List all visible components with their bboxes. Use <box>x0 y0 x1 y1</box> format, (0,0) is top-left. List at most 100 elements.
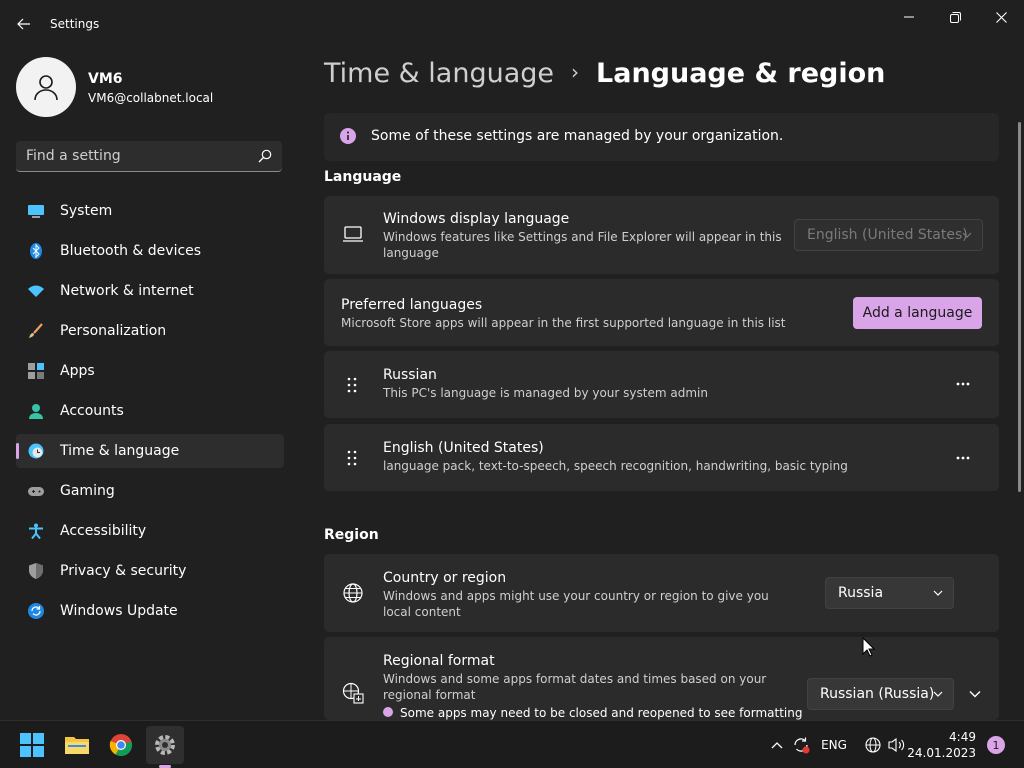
sidebar-item-accounts[interactable]: Accounts <box>16 394 284 428</box>
maximize-button[interactable] <box>933 4 977 30</box>
network-tray-button[interactable] <box>863 735 883 755</box>
language-more-button[interactable] <box>948 369 978 399</box>
dropdown-value: Russian (Russia) <box>820 686 935 702</box>
brush-icon <box>29 323 43 338</box>
sidebar-item-bluetooth[interactable]: Bluetooth & devices <box>16 234 284 268</box>
scrollbar[interactable] <box>1018 122 1021 492</box>
settings-icon <box>155 735 175 755</box>
gamepad-icon <box>28 487 44 496</box>
user-email: VM6@collabnet.local <box>88 91 214 105</box>
chevron-down-icon <box>933 691 943 697</box>
breadcrumb-parent[interactable]: Time & language <box>324 58 554 89</box>
volume-icon <box>888 737 905 753</box>
close-button[interactable] <box>979 4 1023 30</box>
country-region-title: Country or region <box>383 570 507 586</box>
add-language-button[interactable]: Add a language <box>853 297 982 329</box>
accessibility-icon <box>29 523 43 539</box>
regional-format-card: Regional format Windows and some apps fo… <box>324 637 999 720</box>
language-name: English (United States) <box>383 440 544 456</box>
chevron-down-icon <box>969 691 981 698</box>
dropdown-value: Russia <box>838 585 884 601</box>
breadcrumb-separator: › <box>571 60 580 84</box>
display-language-card: Windows display language Windows feature… <box>324 196 999 274</box>
network-icon <box>865 737 881 753</box>
monitor-icon <box>28 205 44 218</box>
sidebar-item-accessibility[interactable]: Accessibility <box>16 514 284 548</box>
display-language-title: Windows display language <box>383 211 570 227</box>
sidebar-item-personalization[interactable]: Personalization <box>16 314 284 348</box>
regional-format-note: Some apps may need to be closed and reop… <box>400 706 803 720</box>
display-language-desc: Windows features like Settings and File … <box>383 230 782 260</box>
language-more-button[interactable] <box>948 443 978 473</box>
language-name: Russian <box>383 367 437 383</box>
sidebar-item-label: Accounts <box>60 403 124 419</box>
search-icon[interactable] <box>258 149 272 163</box>
sidebar-item-windows-update[interactable]: Windows Update <box>16 594 284 628</box>
search-input[interactable] <box>26 146 246 166</box>
preferred-languages-card: Preferred languages Microsoft Store apps… <box>324 279 999 346</box>
minimize-button[interactable] <box>887 4 931 30</box>
banner-text: Some of these settings are managed by yo… <box>371 128 784 144</box>
sidebar-item-label: Windows Update <box>60 603 178 619</box>
expand-button[interactable] <box>960 679 990 709</box>
volume-tray-button[interactable] <box>886 735 908 755</box>
display-language-dropdown[interactable]: English (United States) <box>794 219 983 251</box>
language-row: Russian This PC's language is managed by… <box>324 351 999 418</box>
file-explorer-icon <box>65 737 89 754</box>
sidebar-item-apps[interactable]: Apps <box>16 354 284 388</box>
format-icon <box>342 682 364 704</box>
sidebar-item-time-language[interactable]: Time & language <box>16 434 284 468</box>
user-name: VM6 <box>88 71 123 87</box>
tray-overflow-button[interactable] <box>768 735 786 755</box>
sidebar-item-label: Personalization <box>60 323 167 339</box>
drag-handle-icon[interactable] <box>346 450 358 466</box>
sidebar-item-network[interactable]: Network & internet <box>16 274 284 308</box>
sync-tray-button[interactable] <box>791 735 811 755</box>
start-button[interactable] <box>13 726 51 764</box>
country-dropdown[interactable]: Russia <box>825 577 954 609</box>
minimize-icon <box>904 16 914 18</box>
chrome-button[interactable] <box>102 726 140 764</box>
shield-icon <box>29 563 43 579</box>
file-explorer-button[interactable] <box>58 726 96 764</box>
regional-format-title: Regional format <box>383 653 495 669</box>
preferred-languages-desc: Microsoft Store apps will appear in the … <box>341 316 786 330</box>
clock[interactable]: 4:49 24.01.2023 <box>907 729 976 761</box>
sidebar-item-label: Network & internet <box>60 283 194 299</box>
back-button[interactable] <box>12 12 36 36</box>
page-title: Language & region <box>596 58 886 89</box>
regional-format-dropdown[interactable]: Russian (Russia) <box>807 678 954 710</box>
app-title: Settings <box>50 17 100 31</box>
avatar[interactable] <box>16 57 76 117</box>
sidebar-item-system[interactable]: System <box>16 194 284 228</box>
clock-time: 4:49 <box>949 730 976 744</box>
country-region-desc: Windows and apps might use your country … <box>383 589 769 619</box>
sidebar-item-gaming[interactable]: Gaming <box>16 474 284 508</box>
chevron-down-icon <box>933 590 943 596</box>
back-arrow-icon <box>17 18 30 30</box>
language-desc: This PC's language is managed by your sy… <box>383 386 708 400</box>
notification-badge[interactable]: 1 <box>987 736 1005 754</box>
language-indicator[interactable]: ENG <box>818 735 850 755</box>
apps-icon <box>28 363 44 379</box>
close-icon <box>995 11 1007 23</box>
dropdown-value: English (United States) <box>807 227 968 243</box>
search-box <box>16 141 282 172</box>
drag-handle-icon[interactable] <box>346 377 358 393</box>
sidebar-item-label: Privacy & security <box>60 563 187 579</box>
info-icon <box>340 128 356 144</box>
managed-banner: Some of these settings are managed by yo… <box>324 113 999 161</box>
title-bar: Settings <box>0 0 1024 48</box>
regional-format-desc: Windows and some apps format dates and t… <box>383 672 767 702</box>
more-icon <box>956 382 970 386</box>
sidebar-item-privacy[interactable]: Privacy & security <box>16 554 284 588</box>
chrome-icon <box>109 734 133 757</box>
bluetooth-icon <box>30 243 42 259</box>
mouse-cursor-icon <box>862 637 876 657</box>
clock-globe-icon <box>28 443 44 459</box>
clock-date: 24.01.2023 <box>907 746 976 760</box>
settings-taskbar-button[interactable] <box>146 726 184 764</box>
more-icon <box>956 456 970 460</box>
language-desc: language pack, text-to-speech, speech re… <box>383 459 848 473</box>
wifi-icon <box>28 285 44 297</box>
